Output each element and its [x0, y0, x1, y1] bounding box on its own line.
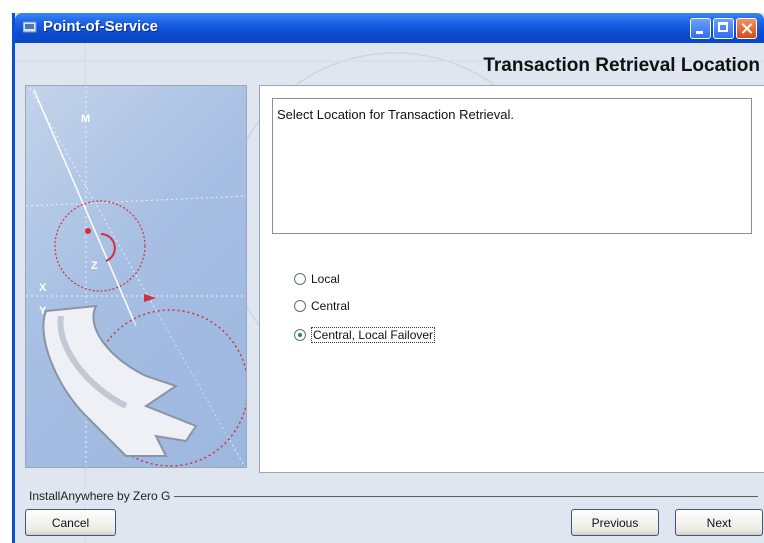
wrench-icon: M Z X Y [26, 86, 246, 467]
radio-local-circle[interactable] [294, 273, 306, 285]
radio-central-local-failover-circle[interactable] [294, 329, 306, 341]
cancel-button[interactable]: Cancel [25, 509, 116, 536]
radio-local[interactable]: Local [294, 270, 340, 288]
vendor-label: InstallAnywhere by Zero G [29, 489, 175, 503]
radio-central-local-failover[interactable]: Central, Local Failover [294, 326, 436, 344]
maximize-button[interactable] [713, 18, 734, 39]
radio-central[interactable]: Central [294, 297, 350, 315]
message-text: Select Location for Transaction Retrieva… [277, 107, 515, 122]
page-heading: Transaction Retrieval Location [483, 55, 760, 76]
letter-y: Y [39, 305, 47, 317]
close-button[interactable] [736, 18, 757, 39]
app-icon [23, 21, 37, 33]
window-title: Point-of-Service [43, 18, 159, 35]
radio-central-circle[interactable] [294, 300, 306, 312]
radio-central-label[interactable]: Central [311, 299, 350, 313]
letter-m: M [81, 113, 90, 125]
previous-button[interactable]: Previous [571, 509, 659, 536]
message-box: Select Location for Transaction Retrieva… [272, 98, 752, 234]
installer-window: Point-of-Service Transaction Retrieval L… [12, 13, 764, 543]
radio-central-local-failover-label[interactable]: Central, Local Failover [311, 327, 436, 343]
letter-z: Z [91, 260, 98, 272]
minimize-button[interactable] [690, 18, 711, 39]
content-panel: Select Location for Transaction Retrieva… [259, 85, 764, 473]
title-bar[interactable]: Point-of-Service [15, 13, 764, 43]
letter-x: X [39, 282, 47, 294]
next-button[interactable]: Next [675, 509, 763, 536]
illustration-panel: M Z X Y [25, 85, 247, 468]
radio-local-label[interactable]: Local [311, 272, 340, 286]
